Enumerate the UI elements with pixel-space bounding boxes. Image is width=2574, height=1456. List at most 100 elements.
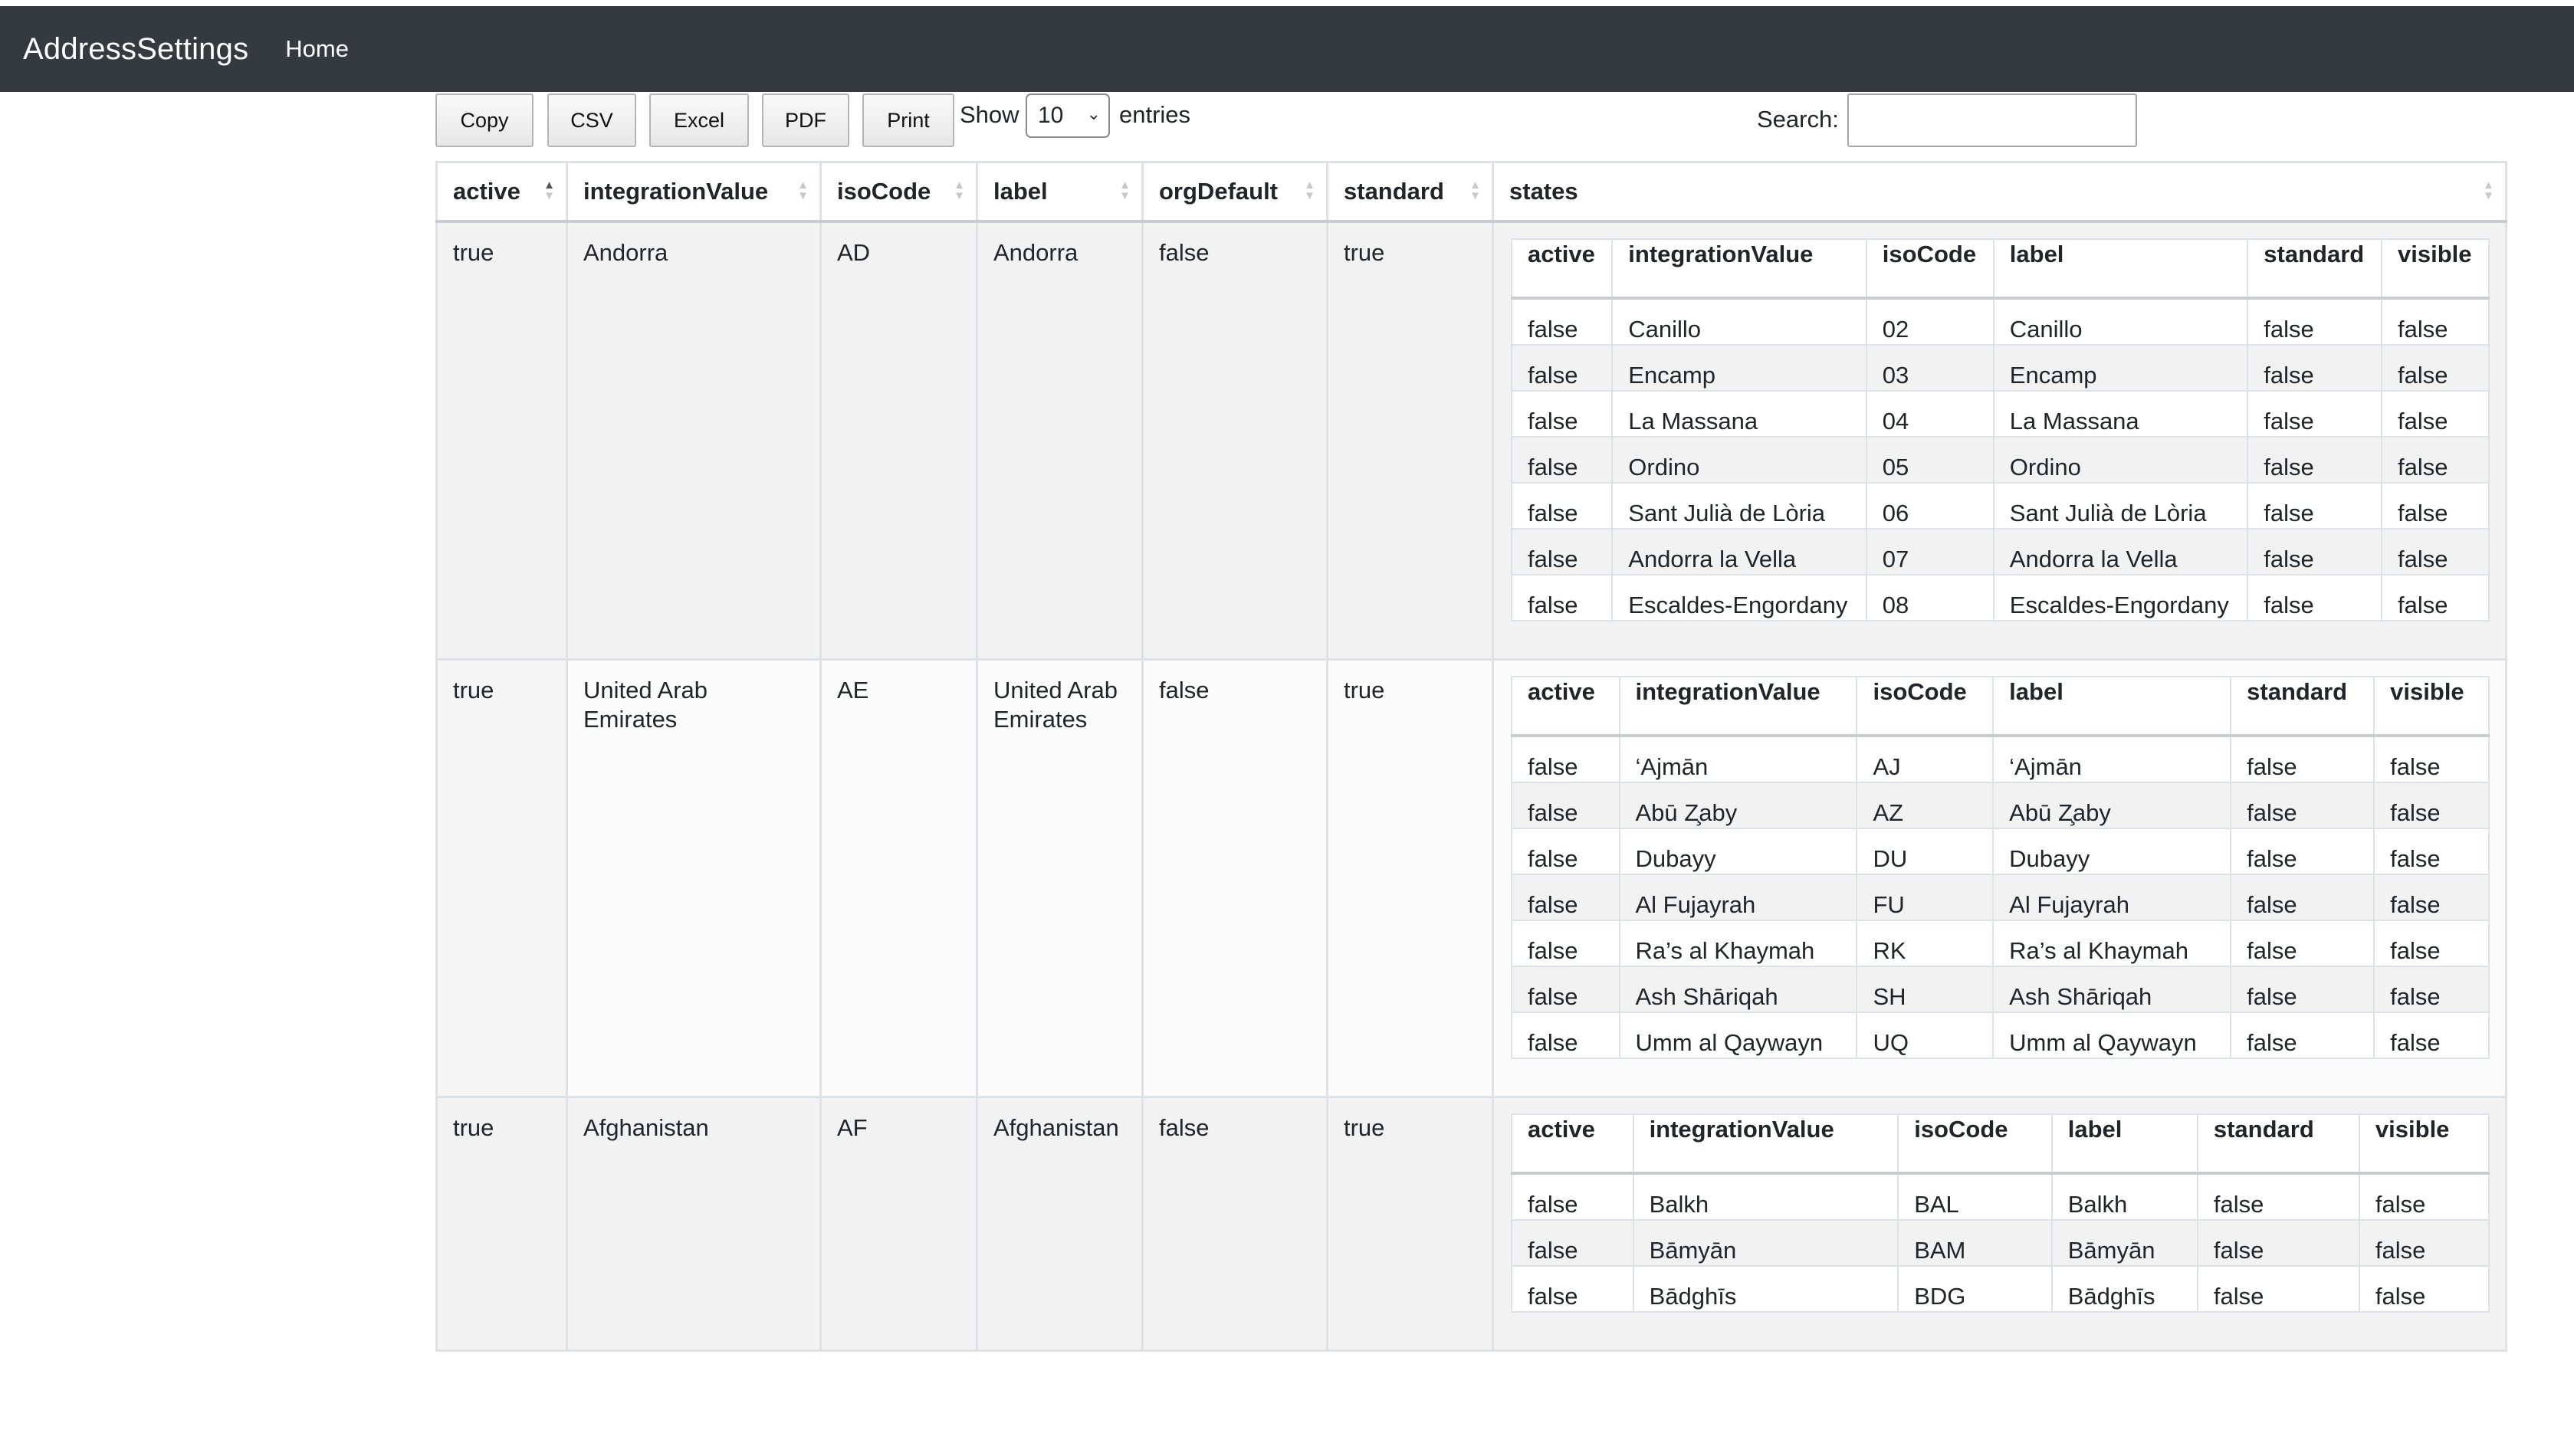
states-cell-active: false	[1511, 920, 1620, 967]
states-cell-visible: false	[2373, 874, 2490, 921]
states-cell-visible: false	[2373, 735, 2490, 783]
states-cell-visible: false	[2358, 1172, 2490, 1221]
sort-down-arrow-icon: ▼	[2483, 189, 2494, 202]
states-cell-integrationvalue: Balkh	[1632, 1172, 1899, 1221]
sort-down-arrow-icon: ▼	[954, 189, 965, 202]
column-header-orgdefault[interactable]: orgDefault ▲ ▼	[1141, 161, 1328, 223]
states-header-row: active integrationValue isoCode label standa…	[1511, 1113, 2490, 1175]
states-cell-active: false	[1510, 574, 1614, 621]
cell-states: active integrationValue isoCode label standa…	[1492, 1096, 2507, 1352]
states-cell-active: false	[1510, 390, 1614, 438]
states-cell-standard: false	[2230, 966, 2375, 1013]
states-cell-active: false	[1511, 966, 1620, 1013]
states-cell-integrationvalue: Ash Shāriqah	[1618, 966, 1858, 1013]
states-cell-visible: false	[2381, 436, 2490, 484]
states-row: false Dubayy DU Dubayy false false	[1511, 828, 2490, 875]
states-cell-active: false	[1510, 297, 1614, 346]
column-header-states[interactable]: states ▲ ▼	[1492, 161, 2507, 223]
window-top-strip	[0, 0, 2574, 6]
states-row: false Encamp 03 Encamp false false	[1510, 344, 2490, 392]
states-cell-integrationvalue: Al Fujayrah	[1618, 874, 1858, 921]
states-cell-label: Umm al Qaywayn	[1992, 1012, 2232, 1059]
states-cell-label: Al Fujayrah	[1992, 874, 2232, 921]
states-cell-active: false	[1510, 528, 1614, 576]
cell-integrationvalue: United Arab Emirates	[566, 658, 822, 1098]
states-row: false Umm al Qaywayn UQ Umm al Qaywayn false…	[1511, 1012, 2490, 1059]
states-cell-standard: false	[2230, 920, 2375, 967]
cell-label: United Arab Emirates	[976, 658, 1144, 1098]
datatable-toolbar: Copy CSV Excel PDF Print Show 10 ⌄ entri…	[435, 93, 2505, 150]
states-cell-integrationvalue: Sant Julià de Lòria	[1611, 482, 1867, 530]
states-cell-active: false	[1511, 1265, 1634, 1313]
states-cell-isocode: BAM	[1897, 1219, 2053, 1267]
chevron-down-icon: ⌄	[1086, 104, 1101, 123]
pdf-button[interactable]: PDF	[762, 93, 849, 147]
column-header-standard[interactable]: standard ▲ ▼	[1326, 161, 1494, 223]
states-header-standard: standard	[2196, 1113, 2360, 1175]
states-cell-standard: false	[2196, 1265, 2360, 1313]
cell-integrationvalue: Andorra	[566, 220, 822, 661]
states-cell-isocode: 03	[1865, 344, 1995, 392]
column-header-label: states	[1509, 178, 1578, 205]
states-cell-visible: false	[2358, 1219, 2490, 1267]
table-body: true Andorra AD Andorra false true active integ…	[435, 220, 2507, 1352]
states-row: false La Massana 04 La Massana false false	[1510, 390, 2490, 438]
column-header-label: standard	[1344, 178, 1444, 205]
states-cell-label: Bādghīs	[2050, 1265, 2198, 1313]
entries-length-value: 10	[1038, 103, 1064, 128]
states-cell-integrationvalue: Abū Z̧aby	[1618, 782, 1858, 829]
column-header-integrationvalue[interactable]: integrationValue ▲ ▼	[566, 161, 822, 223]
column-header-isocode[interactable]: isoCode ▲ ▼	[819, 161, 978, 223]
states-cell-active: false	[1510, 344, 1614, 392]
states-cell-standard: false	[2230, 1012, 2375, 1059]
states-cell-integrationvalue: Encamp	[1611, 344, 1867, 392]
cell-label: Andorra	[976, 220, 1144, 661]
states-cell-isocode: AJ	[1856, 735, 1995, 783]
column-header-label: orgDefault	[1159, 178, 1278, 205]
states-cell-label: Escaldes-Engordany	[1992, 574, 2249, 621]
print-button[interactable]: Print	[862, 93, 954, 147]
column-header-label: isoCode	[837, 178, 931, 205]
states-cell-standard: false	[2247, 344, 2383, 392]
csv-button[interactable]: CSV	[547, 93, 636, 147]
states-cell-integrationvalue: Escaldes-Engordany	[1611, 574, 1867, 621]
states-cell-isocode: 02	[1865, 297, 1995, 346]
search-input[interactable]	[1847, 93, 2137, 147]
states-cell-visible: false	[2373, 782, 2490, 829]
cell-isocode: AE	[819, 658, 978, 1098]
cell-isocode: AF	[819, 1096, 978, 1352]
nav-link-home[interactable]: Home	[285, 35, 349, 63]
states-cell-standard: false	[2247, 297, 2383, 346]
states-cell-integrationvalue: Ordino	[1611, 436, 1867, 484]
table-row[interactable]: true Andorra AD Andorra false true active integ…	[435, 220, 2507, 661]
column-header-label[interactable]: label ▲ ▼	[976, 161, 1144, 223]
column-header-active[interactable]: active ▲ ▼	[435, 161, 568, 223]
entries-length-select[interactable]: 10 ⌄	[1026, 93, 1110, 138]
show-entries-label: Show	[960, 101, 1019, 128]
navbar-brand[interactable]: AddressSettings	[23, 32, 248, 67]
address-settings-table: active ▲ ▼ integrationValue ▲ ▼ isoCode ▲ ▼ label…	[435, 161, 2507, 1352]
table-row[interactable]: true United Arab Emirates AE United Arab Em…	[435, 658, 2507, 1098]
states-cell-visible: false	[2381, 344, 2490, 392]
navbar: AddressSettings Home	[0, 6, 2574, 92]
states-cell-isocode: 08	[1865, 574, 1995, 621]
table-row[interactable]: true Afghanistan AF Afghanistan false true act…	[435, 1096, 2507, 1352]
search-label: Search:	[1757, 106, 1839, 133]
states-cell-standard: false	[2247, 482, 2383, 530]
excel-button[interactable]: Excel	[649, 93, 749, 147]
cell-active: true	[435, 220, 568, 661]
states-header-visible: visible	[2381, 238, 2490, 300]
states-cell-visible: false	[2381, 574, 2490, 621]
states-cell-integrationvalue: La Massana	[1611, 390, 1867, 438]
states-cell-label: Abū Z̧aby	[1992, 782, 2232, 829]
states-row: false Andorra la Vella 07 Andorra la Vella f…	[1510, 528, 2490, 576]
states-cell-isocode: DU	[1856, 828, 1995, 875]
states-row: false Bāmyān BAM Bāmyān false false	[1511, 1219, 2490, 1267]
states-subtable: active integrationValue isoCode label standa…	[1511, 676, 2490, 1059]
copy-button[interactable]: Copy	[435, 93, 534, 147]
states-cell-standard: false	[2230, 828, 2375, 875]
states-header-active: active	[1510, 238, 1614, 300]
states-cell-isocode: SH	[1856, 966, 1995, 1013]
cell-standard: true	[1326, 658, 1494, 1098]
states-cell-active: false	[1511, 782, 1620, 829]
